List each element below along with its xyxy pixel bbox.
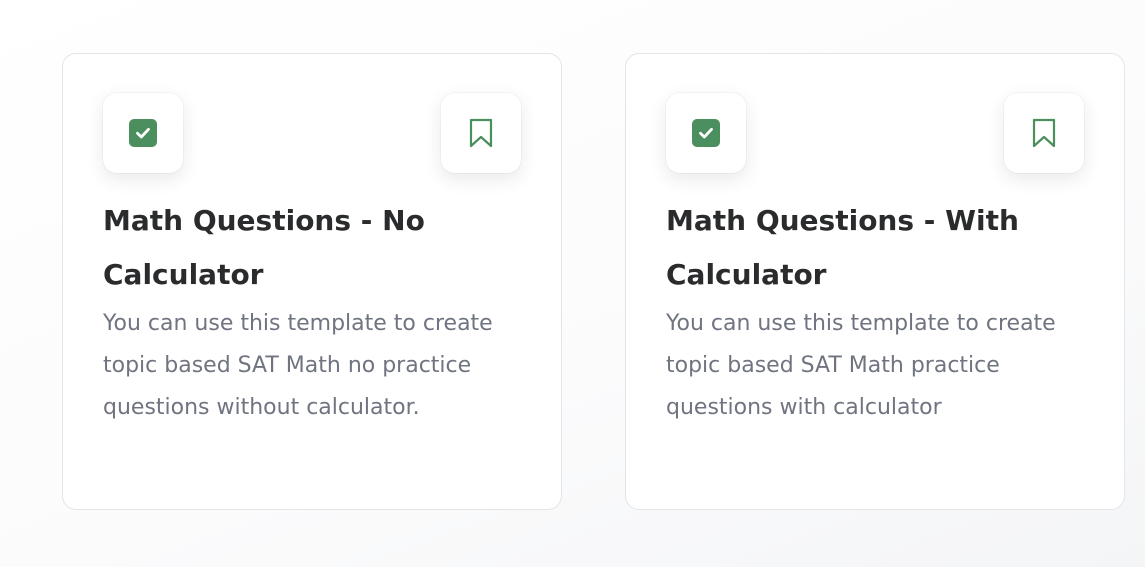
bookmark-button[interactable] — [1004, 93, 1084, 173]
bookmark-icon — [469, 118, 493, 148]
card-title: Math Questions - No Calculator — [103, 204, 425, 291]
select-template-button[interactable] — [666, 93, 746, 173]
bookmark-icon — [1032, 118, 1056, 148]
checkbox-checked-icon — [129, 119, 157, 147]
select-template-button[interactable] — [103, 93, 183, 173]
card-description: You can use this template to create topi… — [103, 311, 493, 420]
template-card[interactable]: Math Questions - With Calculator You can… — [625, 53, 1125, 510]
bookmark-button[interactable] — [441, 93, 521, 173]
card-description: You can use this template to create topi… — [666, 311, 1056, 420]
checkbox-checked-icon — [692, 119, 720, 147]
card-title: Math Questions - With Calculator — [666, 204, 1019, 291]
template-card[interactable]: Math Questions - No Calculator You can u… — [62, 53, 562, 510]
